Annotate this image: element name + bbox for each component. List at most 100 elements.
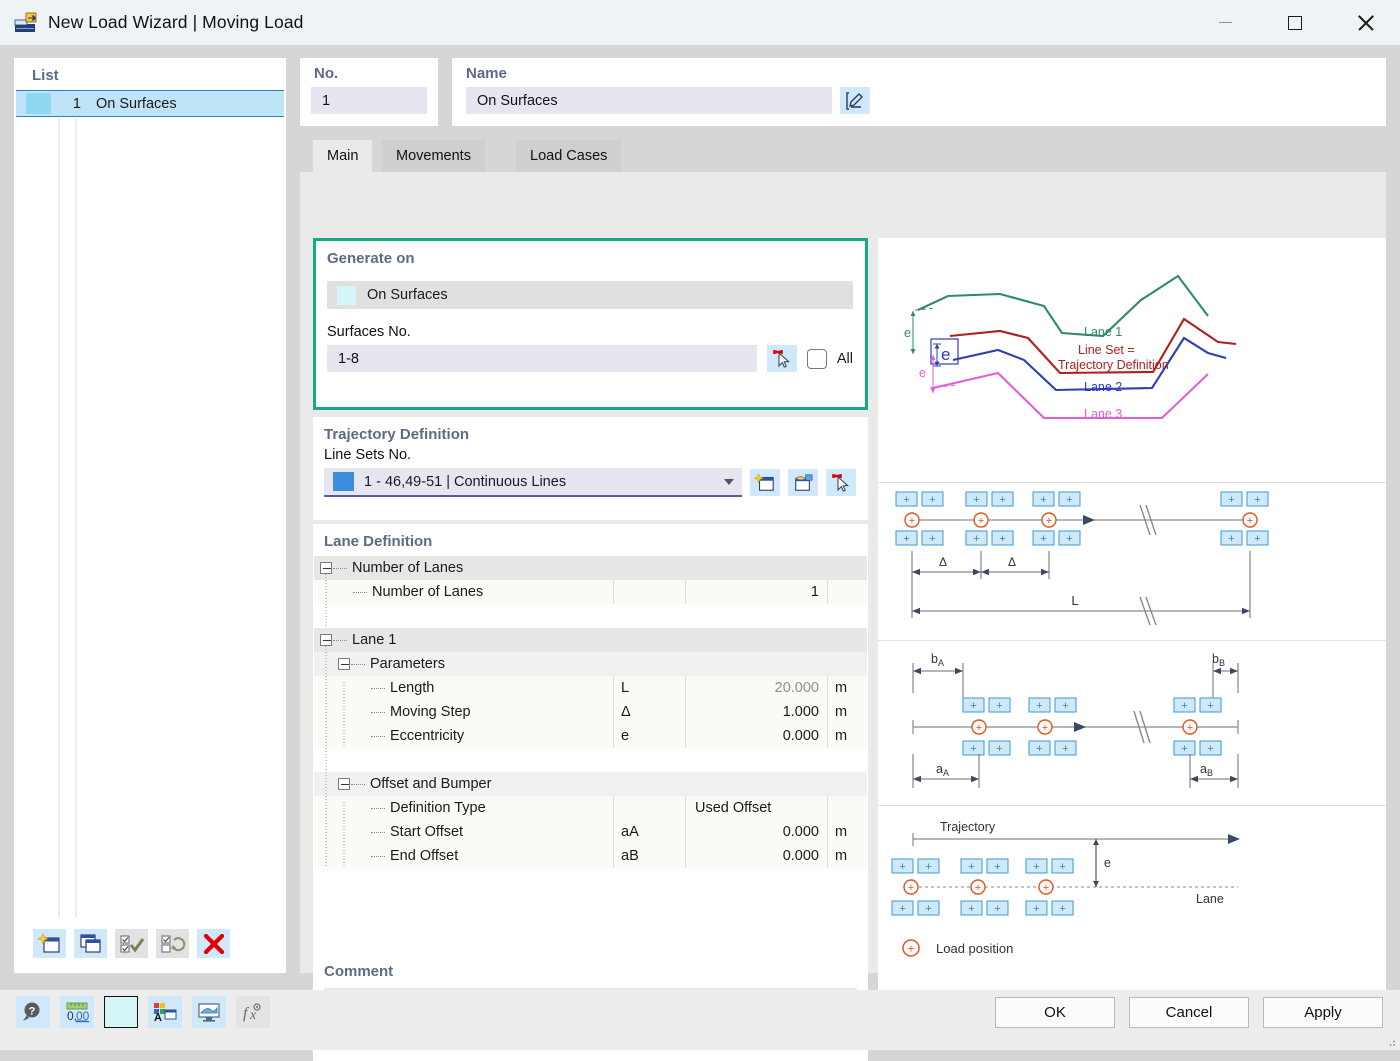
surfaces-no-label: Surfaces No. (327, 324, 411, 340)
number-label: No. (314, 65, 339, 82)
line-sets-label: Line Sets No. (324, 447, 412, 463)
lane-row-value-cell[interactable]: 1.000 (685, 700, 827, 724)
lane-table-row[interactable]: Eccentricity e 0.000 m (314, 724, 867, 748)
surfaces-pick-button[interactable] (766, 345, 797, 372)
tab-load-cases[interactable]: Load Cases (516, 140, 622, 172)
line-sets-value: 1 - 46,49-51 | Continuous Lines (364, 473, 567, 490)
delta-label-1: Δ (939, 555, 947, 569)
svg-text:+: + (999, 533, 1005, 545)
invert-selection-icon (161, 935, 185, 952)
line-sets-combobox[interactable]: 1 - 46,49-51 | Continuous Lines (324, 468, 742, 497)
close-icon (1357, 14, 1374, 31)
tree-connector (371, 687, 385, 689)
ok-button[interactable]: OK (995, 997, 1115, 1028)
list-panel: List 1 On Surfaces (14, 58, 286, 973)
svg-text:+: + (976, 722, 982, 734)
copy-window-icon (79, 933, 101, 953)
lane-table-row[interactable]: Moving Step Δ 1.000 m (314, 700, 867, 724)
new-line-set-button[interactable] (750, 469, 780, 496)
list-grid-lines (58, 118, 77, 918)
line-set-color-swatch-icon (333, 472, 354, 491)
list-item[interactable]: 1 On Surfaces (16, 90, 284, 117)
main-area: No. 1 Name On Surfaces Main Movements Lo… (300, 58, 1386, 1061)
surfaces-all-checkbox[interactable] (806, 348, 827, 369)
red-x-icon (203, 933, 224, 954)
lane-table-row[interactable]: End Offset aB 0.000 m (314, 844, 867, 868)
lane-table-row[interactable]: Start Offset aA 0.000 m (314, 820, 867, 844)
visibility-button[interactable] (192, 996, 226, 1028)
svg-text:+: + (908, 882, 914, 894)
svg-text:+: + (1062, 700, 1068, 712)
svg-text:+: + (1254, 533, 1260, 545)
minimize-icon (1218, 21, 1232, 24)
tab-movements[interactable]: Movements (382, 140, 485, 172)
edit-line-set-button[interactable] (788, 469, 818, 496)
svg-text:+: + (909, 515, 915, 527)
svg-text:?: ? (29, 1006, 36, 1018)
help-button[interactable]: ? (16, 996, 50, 1028)
apply-button[interactable]: Apply (1263, 997, 1383, 1028)
blank-card (878, 58, 1386, 126)
color-swatch-button[interactable] (104, 996, 138, 1028)
svg-text:+: + (968, 861, 974, 873)
eccentricity-lane-diagram: Trajectory Lane e + + + + + + + + + + + … (891, 820, 1240, 957)
trajectory-definition-section: Trajectory Definition Line Sets No. 1 - … (313, 417, 868, 520)
select-all-button[interactable] (115, 929, 148, 958)
svg-text:+: + (899, 903, 905, 915)
svg-text:+: + (1036, 743, 1042, 755)
name-input[interactable]: On Surfaces (466, 87, 832, 114)
color-font-window-icon: A (154, 1003, 177, 1023)
eccentricity-label: e (1104, 856, 1111, 870)
collapse-expander-icon[interactable] (320, 562, 332, 574)
lane-row-name-cell: Offset and Bumper (314, 776, 867, 792)
lane-row-unit-cell: m (827, 700, 861, 724)
lane-row-value-cell[interactable]: 0.000 (685, 820, 827, 844)
lane-row-symbol-cell: aB (613, 844, 685, 868)
svg-text:+: + (1181, 743, 1187, 755)
lane-table-row[interactable]: Number of Lanes 1 (314, 580, 867, 604)
close-button[interactable] (1330, 0, 1400, 45)
lane-row-value-cell[interactable]: 1 (685, 580, 827, 604)
copy-item-button[interactable] (74, 929, 107, 958)
lane-row-symbol-cell: aA (613, 820, 685, 844)
formula-button[interactable]: f x (236, 996, 270, 1028)
lane-row-symbol-cell (613, 580, 685, 604)
display-properties-button[interactable]: A (148, 996, 182, 1028)
resize-grip-icon[interactable] (1386, 1037, 1396, 1047)
collapse-expander-icon[interactable] (320, 634, 332, 646)
tab-page-main: Generate on On Surfaces Surfaces No. 1-8 (300, 172, 1386, 1061)
new-window-icon (37, 932, 60, 953)
delete-line-set-button[interactable] (826, 469, 856, 496)
list-item-color-cell (16, 93, 60, 114)
lane-definition-table[interactable]: Number of Lanes Number of Lanes 1 Lane 1 Par… (314, 556, 867, 868)
svg-text:+: + (929, 533, 935, 545)
maximize-button[interactable] (1260, 0, 1330, 45)
generate-on-selected-item[interactable]: On Surfaces (327, 281, 853, 309)
svg-text:+: + (975, 882, 981, 894)
svg-text:+: + (970, 743, 976, 755)
lane-table-row[interactable]: Definition Type Used Offset (314, 796, 867, 820)
collapse-expander-icon[interactable] (338, 778, 350, 790)
svg-text:+: + (994, 903, 1000, 915)
delete-item-button[interactable] (197, 929, 230, 958)
lane-row-value-cell[interactable]: 20.000 (685, 676, 827, 700)
decimal-places-button[interactable]: 0, 00 (60, 996, 94, 1028)
check-all-icon (120, 935, 144, 952)
lane-table-row[interactable]: Length L 20.000 m (314, 676, 867, 700)
lane-row-value-cell[interactable]: 0.000 (685, 844, 827, 868)
lane-table-row: Parameters (314, 652, 867, 676)
svg-text:+: + (1254, 494, 1260, 506)
cancel-button[interactable]: Cancel (1129, 997, 1249, 1028)
collapse-expander-icon[interactable] (338, 658, 350, 670)
invert-selection-button[interactable] (156, 929, 189, 958)
number-input[interactable]: 1 (311, 87, 427, 114)
graphic-preview-panel: e e e Lane 1 Line Set = Trajectory Defin… (878, 238, 1386, 1017)
tab-main[interactable]: Main (313, 140, 373, 172)
minimize-button[interactable] (1190, 0, 1260, 45)
window-title: New Load Wizard | Moving Load (48, 12, 304, 32)
lane-row-value-cell[interactable]: 0.000 (685, 724, 827, 748)
lane-row-value-cell[interactable]: Used Offset (685, 796, 827, 820)
surfaces-no-input[interactable]: 1-8 (327, 345, 757, 372)
name-edit-button[interactable] (840, 87, 870, 114)
new-item-button[interactable] (33, 929, 66, 958)
